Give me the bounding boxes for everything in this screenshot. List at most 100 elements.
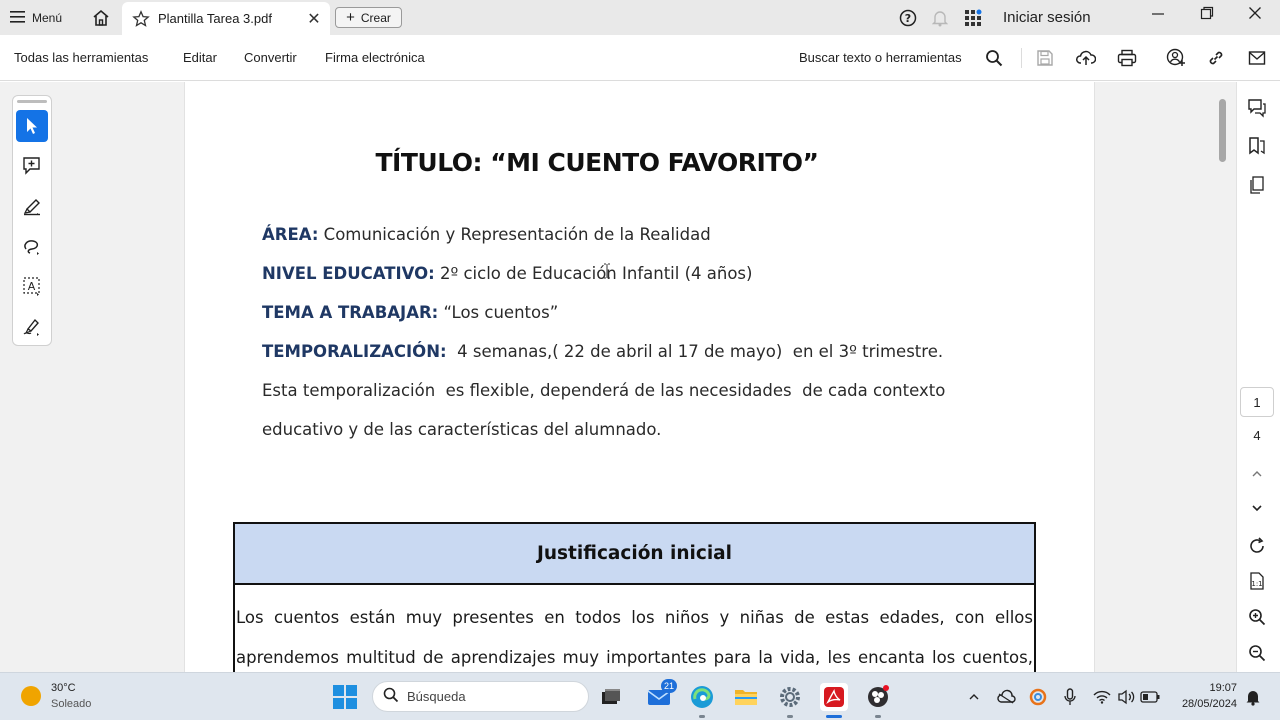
title-bar: Menú Plantilla Tarea 3.pdf ✕ + Crear ? I…: [0, 0, 1280, 35]
area-line: ÁREA: Comunicación y Representación de l…: [262, 225, 711, 244]
cloud-upload-icon[interactable]: [1075, 47, 1097, 69]
edge-browser-icon[interactable]: [688, 683, 716, 711]
apps-grid-icon[interactable]: [962, 7, 984, 29]
weather-description[interactable]: Soleado: [51, 698, 91, 710]
home-icon: [93, 9, 109, 26]
file-explorer-icon[interactable]: [732, 683, 760, 711]
timing-note-line-2: educativo y de las características del a…: [262, 420, 662, 439]
volume-icon[interactable]: [1116, 687, 1136, 707]
link-icon[interactable]: [1205, 47, 1227, 69]
sun-weather-icon[interactable]: [21, 686, 41, 706]
print-icon[interactable]: [1116, 47, 1138, 69]
save-icon[interactable]: [1034, 47, 1056, 69]
acrobat-app-icon[interactable]: [820, 683, 848, 711]
menu-label: Menú: [32, 11, 63, 25]
weather-temperature[interactable]: 30°C: [51, 682, 76, 694]
microphone-icon[interactable]: [1060, 687, 1080, 707]
highlight-tool-button[interactable]: [16, 190, 48, 222]
justification-line-1: Los cuentos están muy presentes en todos…: [236, 608, 1033, 627]
text-cursor-icon: [603, 263, 611, 284]
fit-page-icon[interactable]: 1:1: [1245, 569, 1269, 593]
email-icon[interactable]: [1246, 47, 1268, 69]
obs-studio-icon[interactable]: [864, 683, 892, 711]
notification-bell-icon[interactable]: [1243, 687, 1263, 707]
level-value: 2º ciclo de Educación Infantil (4 años): [434, 264, 753, 283]
help-icon[interactable]: ?: [898, 7, 918, 29]
task-view-icon[interactable]: [597, 683, 625, 711]
convert-menu[interactable]: Convertir: [244, 50, 297, 65]
bell-icon[interactable]: [930, 7, 950, 29]
menu-button[interactable]: Menú: [10, 7, 62, 29]
search-tools-label[interactable]: Buscar texto o herramientas: [799, 50, 962, 65]
share-user-icon[interactable]: [1165, 47, 1187, 69]
close-tab-icon[interactable]: ✕: [304, 9, 324, 29]
timing-note-line-1: Esta temporalización es flexible, depend…: [262, 381, 946, 400]
edit-menu[interactable]: Editar: [183, 50, 217, 65]
right-sidebar: 1:1: [1236, 82, 1280, 672]
level-line: NIVEL EDUCATIVO: 2º ciclo de Educación I…: [262, 264, 752, 283]
select-tool-button[interactable]: [16, 110, 48, 142]
freehand-draw-icon: [24, 240, 39, 255]
hamburger-icon: [10, 10, 26, 27]
battery-icon[interactable]: [1140, 687, 1160, 707]
quick-tools-rail: A: [12, 95, 52, 346]
rail-drag-handle[interactable]: [17, 100, 47, 103]
esign-menu[interactable]: Firma electrónica: [325, 50, 425, 65]
star-icon[interactable]: [132, 9, 152, 28]
close-window-icon[interactable]: [1245, 6, 1265, 28]
clock-time[interactable]: 19:07: [1160, 682, 1237, 694]
current-page-field[interactable]: 1: [1240, 387, 1274, 417]
pdf-page[interactable]: TÍTULO: “MI CUENTO FAVORITO” ÁREA: Comun…: [184, 82, 1095, 672]
search-icon[interactable]: [983, 47, 1005, 69]
svg-text:A: A: [28, 280, 36, 293]
zoom-in-icon[interactable]: [1245, 605, 1269, 629]
windows-taskbar: 30°C Soleado Búsqueda 21 19:07 28/05/202…: [0, 672, 1280, 720]
text-box-icon: A: [23, 277, 40, 296]
pen-sign-icon: [23, 318, 39, 336]
svg-text:1:1: 1:1: [1251, 580, 1262, 588]
zoom-out-icon[interactable]: [1245, 641, 1269, 665]
settings-running-indicator: [787, 715, 793, 718]
vertical-scrollbar[interactable]: [1219, 99, 1226, 162]
minimize-icon[interactable]: [1148, 6, 1168, 28]
timing-value: 4 semanas,( 22 de abril al 17 de mayo) e…: [446, 342, 944, 361]
document-title: TÍTULO: “MI CUENTO FAVORITO”: [375, 148, 819, 177]
tab-label: Plantilla Tarea 3.pdf: [158, 11, 272, 26]
main-toolbar: Todas las herramientas Editar Convertir …: [0, 35, 1280, 81]
home-button[interactable]: [90, 7, 112, 29]
text-tool-button[interactable]: A: [16, 270, 48, 302]
add-comment-button[interactable]: [16, 150, 48, 182]
page-up-icon[interactable]: [1245, 462, 1269, 486]
obs-running-indicator: [875, 715, 881, 718]
edge-running-indicator: [699, 715, 705, 718]
wifi-icon[interactable]: [1092, 687, 1112, 707]
all-tools-menu[interactable]: Todas las herramientas: [14, 50, 148, 65]
rotate-icon[interactable]: [1245, 534, 1269, 558]
justification-table: Justificación inicial Los cuentos están …: [233, 522, 1036, 672]
clock-date[interactable]: 28/05/2024: [1160, 698, 1237, 710]
cursor-arrow-icon: [27, 118, 37, 134]
taskbar-search[interactable]: Búsqueda: [372, 681, 589, 712]
sign-tool-button[interactable]: [16, 310, 48, 342]
draw-tool-button[interactable]: [16, 230, 48, 262]
chevron-up-icon[interactable]: [964, 687, 984, 707]
area-label: ÁREA:: [262, 225, 319, 244]
create-button[interactable]: + Crear: [335, 7, 402, 28]
tab-plantilla-tarea[interactable]: Plantilla Tarea 3.pdf ✕: [122, 2, 330, 35]
theme-line: TEMA A TRABAJAR: “Los cuentos”: [262, 303, 558, 322]
comments-panel-icon[interactable]: [1245, 96, 1269, 120]
bookmark-icon[interactable]: [1245, 134, 1269, 158]
settings-gear-icon[interactable]: [776, 683, 804, 711]
copilot-icon[interactable]: [1028, 687, 1048, 707]
pages-copy-icon[interactable]: [1245, 173, 1269, 197]
mail-app-icon[interactable]: 21: [645, 679, 677, 711]
signin-button[interactable]: Iniciar sesión: [1003, 9, 1091, 26]
windows-start-icon[interactable]: [333, 685, 357, 709]
mail-badge: 21: [661, 679, 677, 693]
page-down-icon[interactable]: [1245, 496, 1269, 520]
restore-icon[interactable]: [1197, 6, 1217, 28]
acrobat-active-indicator: [826, 715, 842, 718]
onedrive-icon[interactable]: [996, 687, 1016, 707]
timing-label: TEMPORALIZACIÓN:: [262, 342, 447, 361]
total-pages-label: 4: [1253, 428, 1261, 443]
